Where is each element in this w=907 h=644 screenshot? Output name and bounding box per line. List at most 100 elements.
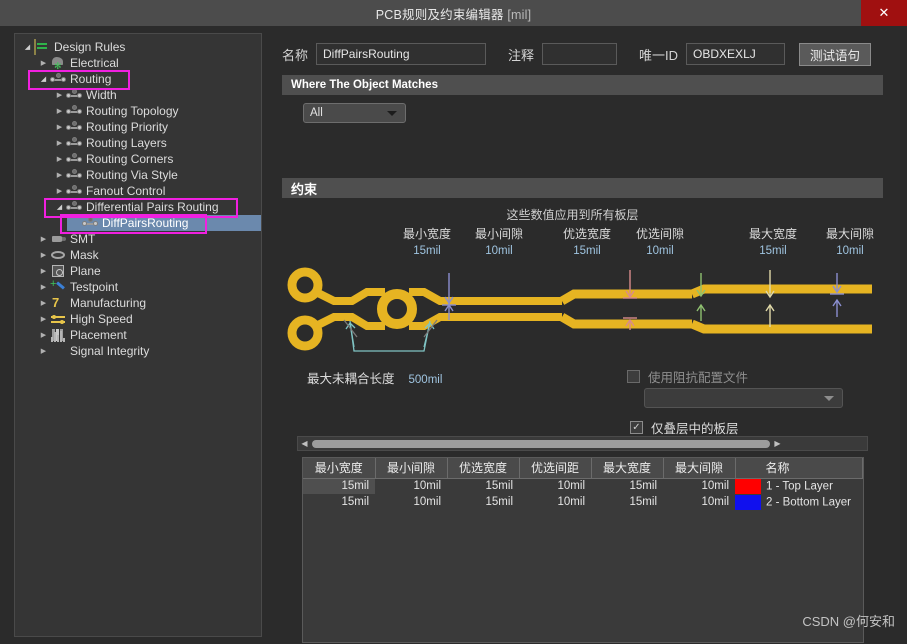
sidebar-item-smt[interactable]: ▶ SMT <box>15 231 261 247</box>
table-cell[interactable]: 15mil <box>591 494 663 510</box>
constraint-value[interactable]: 10mil <box>464 245 534 257</box>
chevron-right-icon[interactable]: ▶ <box>53 123 66 131</box>
table-header-5[interactable]: 最大间隙 <box>663 458 736 479</box>
table-cell[interactable]: 10mil <box>375 478 447 494</box>
chevron-right-icon[interactable]: ▶ <box>53 139 66 147</box>
preferred-width-arrows <box>696 273 706 321</box>
table-header-3[interactable]: 优选间距 <box>519 458 592 479</box>
rule-editor-pane: 名称 DiffPairsRouting 注释 唯一ID OBDXEXLJ 测试语… <box>272 33 893 643</box>
sidebar-item-diffpairsrouting[interactable]: DiffPairsRouting <box>15 215 261 231</box>
constraint-value[interactable]: 10mil <box>815 245 885 257</box>
diff-pair-svg <box>287 267 872 352</box>
sidebar-item-label: Fanout Control <box>86 184 166 198</box>
design-rules-tree[interactable]: ◢ Design Rules ▶ ✻ Electrical ◢ Routing ▶ Width ▶… <box>14 33 262 637</box>
max-uncoupled-length-label: 最大未耦合长度 <box>307 372 395 386</box>
sidebar-item-routing-priority[interactable]: ▶ Routing Priority <box>15 119 261 135</box>
sidebar-item-mask[interactable]: ▶ Mask <box>15 247 261 263</box>
layer-name-cell[interactable]: 1 - Top Layer <box>735 478 863 494</box>
constraint-value[interactable]: 10mil <box>625 245 695 257</box>
table-header-4[interactable]: 最大宽度 <box>591 458 664 479</box>
routing-icon <box>66 120 83 134</box>
chevron-right-icon[interactable]: ▶ <box>37 299 50 307</box>
chevron-right-icon[interactable]: ▶ <box>37 251 50 259</box>
unique-id-input[interactable]: OBDXEXLJ <box>686 43 786 65</box>
chevron-right-icon[interactable]: ▶ <box>37 347 50 355</box>
table-header-1[interactable]: 最小间隙 <box>375 458 448 479</box>
table-row[interactable]: 15mil 10mil 15mil 10mil 15mil 10mil 2 - Bottom… <box>303 494 863 510</box>
constraint-value[interactable]: 15mil <box>552 245 622 257</box>
sidebar-item-label: Differential Pairs Routing <box>86 200 219 214</box>
constraint-name: 优选宽度 <box>562 227 611 241</box>
sidebar-item-routing[interactable]: ◢ Routing <box>15 71 261 87</box>
scroll-right-arrow-icon[interactable]: ▶ <box>771 439 784 448</box>
constraint-group: 优选宽度 15mil <box>552 225 622 257</box>
chevron-right-icon[interactable]: ▶ <box>37 267 50 275</box>
sidebar-item-routing-via-style[interactable]: ▶ Routing Via Style <box>15 167 261 183</box>
sidebar-item-differential-pairs-routing[interactable]: ◢ Differential Pairs Routing <box>15 199 261 215</box>
sidebar-item-high-speed[interactable]: ▶ High Speed <box>15 311 261 327</box>
comment-input[interactable] <box>542 43 618 65</box>
layer-color-swatch <box>735 494 761 510</box>
chevron-right-icon[interactable]: ▶ <box>37 331 50 339</box>
sidebar-item-testpoint[interactable]: ▶ + Testpoint <box>15 279 261 295</box>
scroll-left-arrow-icon[interactable]: ◀ <box>298 439 311 448</box>
table-cell[interactable]: 10mil <box>663 494 735 510</box>
table-cell[interactable]: 15mil <box>303 478 375 494</box>
chevron-down-icon[interactable]: ◢ <box>53 203 66 211</box>
test-query-button[interactable]: 测试语句 <box>799 42 872 66</box>
table-cell[interactable]: 10mil <box>375 494 447 510</box>
chevron-right-icon[interactable]: ▶ <box>37 283 50 291</box>
table-cell[interactable]: 10mil <box>519 494 591 510</box>
max-uncoupled-length-value[interactable]: 500mil <box>409 374 443 386</box>
sidebar-item-signal-integrity[interactable]: ▶ Signal Integrity <box>15 331 261 359</box>
sidebar-item-electrical[interactable]: ▶ ✻ Electrical <box>15 55 261 71</box>
horizontal-scrollbar[interactable]: ◀ ▶ <box>297 436 868 451</box>
table-row[interactable]: 15mil 10mil 15mil 10mil 15mil 10mil 1 - Top La… <box>303 478 863 494</box>
chevron-right-icon[interactable]: ▶ <box>53 107 66 115</box>
sidebar-item-label: Routing Topology <box>86 104 179 118</box>
constraint-value[interactable]: 15mil <box>738 245 808 257</box>
chevron-right-icon[interactable]: ▶ <box>53 171 66 179</box>
table-cell[interactable]: 10mil <box>663 478 735 494</box>
checkbox-box-checked[interactable]: ✓ <box>630 421 643 434</box>
table-cell[interactable]: 15mil <box>447 478 519 494</box>
table-cell[interactable]: 15mil <box>591 478 663 494</box>
chevron-right-icon[interactable]: ▶ <box>37 235 50 243</box>
table-header-6[interactable]: 名称 <box>735 458 863 479</box>
layer-constraints-table-container[interactable]: 最小宽度 最小间隙 优选宽度 优选间距 最大宽度 最大间隙 名称 15mil 10mil 15m… <box>302 457 864 643</box>
chevron-right-icon[interactable]: ▶ <box>37 59 50 67</box>
chevron-down-icon[interactable]: ◢ <box>21 43 34 51</box>
name-input[interactable]: DiffPairsRouting <box>316 43 487 65</box>
chevron-right-icon[interactable]: ▶ <box>53 187 66 195</box>
table-header-0[interactable]: 最小宽度 <box>303 458 376 479</box>
sidebar-item-routing-corners[interactable]: ▶ Routing Corners <box>15 151 261 167</box>
sidebar-item-label: Routing Corners <box>86 152 174 166</box>
chevron-right-icon[interactable]: ▶ <box>53 91 66 99</box>
sidebar-item-fanout-control[interactable]: ▶ Fanout Control <box>15 183 261 199</box>
layer-constraints-table[interactable]: 最小宽度 最小间隙 优选宽度 优选间距 最大宽度 最大间隙 名称 15mil 10mil 15m… <box>303 458 863 510</box>
sidebar-item-routing-layers[interactable]: ▶ Routing Layers <box>15 135 261 151</box>
layers-in-stackup-only-checkbox[interactable]: ✓ 仅叠层中的板层 <box>630 418 739 437</box>
sidebar-item-label: Testpoint <box>70 280 119 294</box>
table-cell[interactable]: 15mil <box>447 494 519 510</box>
scrollbar-thumb[interactable] <box>312 439 770 448</box>
sidebar-item-manufacturing[interactable]: ▶ 7 Manufacturing <box>15 295 261 311</box>
sidebar-item-plane[interactable]: ▶ Plane <box>15 263 261 279</box>
constraint-value[interactable]: 15mil <box>392 245 462 257</box>
close-icon[interactable]: ✕ <box>861 0 907 26</box>
chevron-right-icon[interactable]: ▶ <box>53 155 66 163</box>
use-impedance-profile-checkbox[interactable]: 使用阻抗配置文件 <box>627 367 748 386</box>
sidebar-item-design-rules[interactable]: ◢ Design Rules <box>15 39 261 55</box>
table-cell[interactable]: 15mil <box>303 494 375 510</box>
chevron-right-icon[interactable]: ▶ <box>37 315 50 323</box>
table-cell[interactable]: 10mil <box>519 478 591 494</box>
scope-select[interactable]: All <box>303 103 406 123</box>
table-header-2[interactable]: 优选宽度 <box>447 458 520 479</box>
impedance-profile-select[interactable] <box>644 388 843 408</box>
checkbox-box[interactable] <box>627 370 640 383</box>
table-body[interactable]: 15mil 10mil 15mil 10mil 15mil 10mil 1 - Top La… <box>303 478 863 510</box>
layer-name-cell[interactable]: 2 - Bottom Layer <box>735 494 863 510</box>
sidebar-item-routing-topology[interactable]: ▶ Routing Topology <box>15 103 261 119</box>
sidebar-item-width[interactable]: ▶ Width <box>15 87 261 103</box>
chevron-down-icon[interactable]: ◢ <box>37 75 50 83</box>
